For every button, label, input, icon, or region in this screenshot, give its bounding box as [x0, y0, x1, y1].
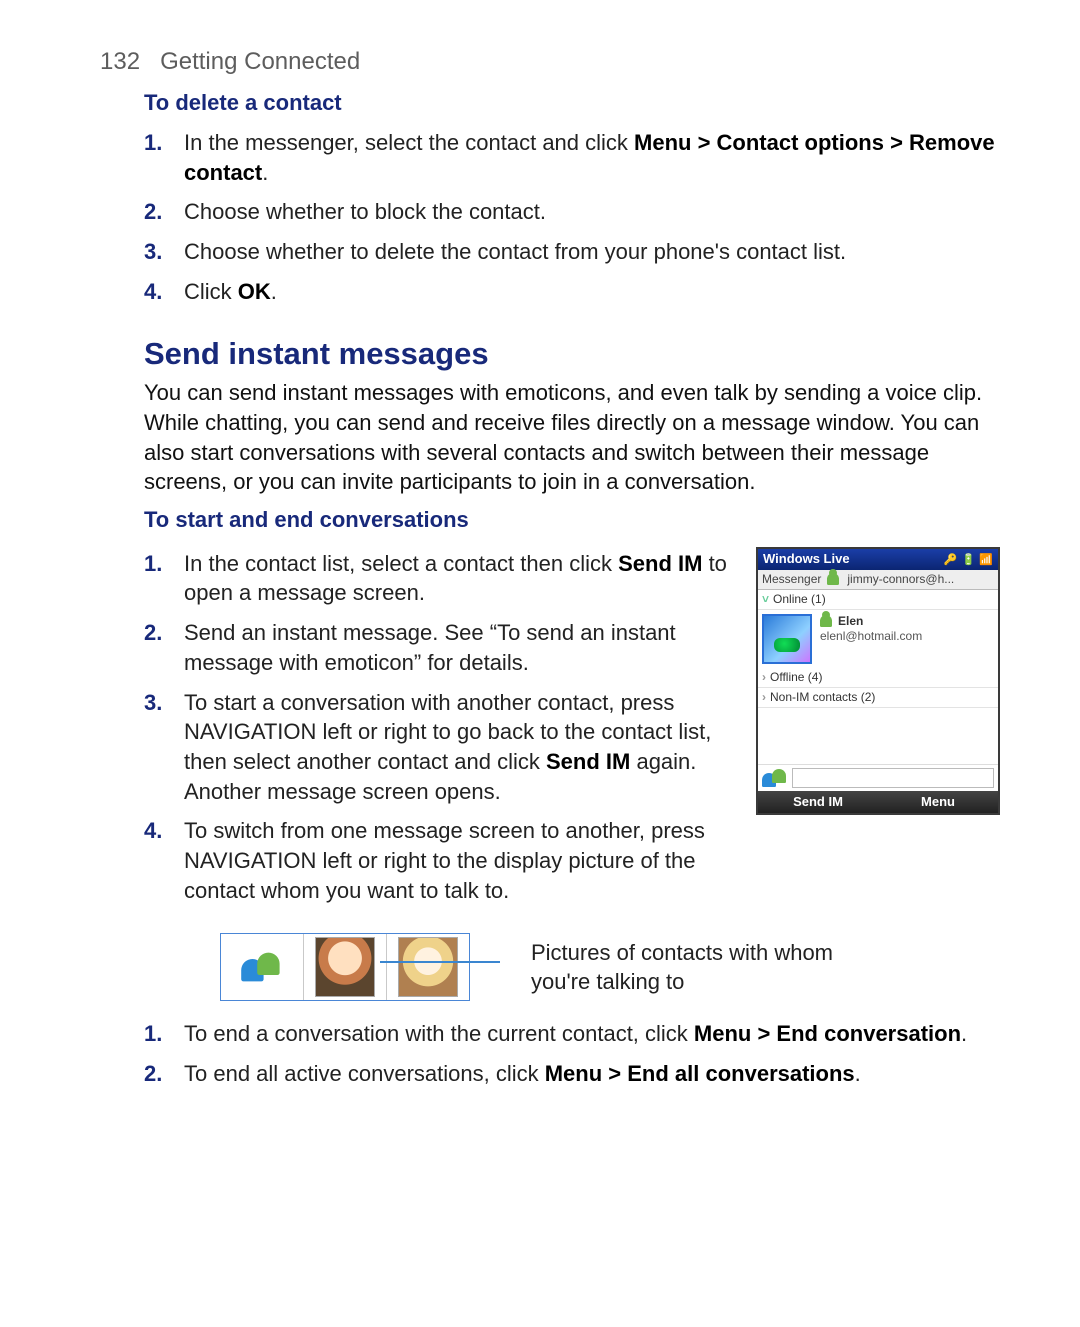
- steps-start-end-continued: To end a conversation with the current c…: [144, 1019, 1000, 1088]
- chevron-right-icon: ›: [762, 690, 766, 704]
- phone-softkey-bar: Send IM Menu: [758, 791, 998, 813]
- softkey-send-im[interactable]: Send IM: [758, 791, 878, 813]
- avatar: [398, 937, 458, 997]
- callout-line: [500, 967, 501, 968]
- step: In the messenger, select the contact and…: [184, 128, 1000, 187]
- contact-strip-cell[interactable]: [221, 934, 304, 1000]
- step-text: Choose whether to delete the contact fro…: [184, 239, 846, 264]
- group-non-im[interactable]: ›Non-IM contacts (2): [758, 688, 998, 708]
- phone-input-row: [758, 764, 998, 791]
- group-offline[interactable]: ›Offline (4): [758, 668, 998, 688]
- step: Click OK.: [184, 277, 1000, 307]
- messenger-people-icon: [762, 767, 788, 789]
- phone-blank-area: [758, 708, 998, 764]
- heading-start-end-conversations: To start and end conversations: [144, 505, 1000, 535]
- steps-start-end: In the contact list, select a contact th…: [144, 549, 732, 906]
- status-icons: [944, 551, 993, 568]
- step-text: Choose whether to block the contact.: [184, 199, 546, 224]
- person-online-icon: [827, 573, 839, 585]
- phone-account: jimmy-connors@h...: [847, 572, 954, 587]
- page-header: 132 Getting Connected: [100, 46, 1000, 78]
- chevron-down-icon: ˅: [762, 592, 769, 606]
- phone-titlebar: Windows Live: [758, 549, 998, 570]
- group-online[interactable]: ˅Online (1): [758, 590, 998, 610]
- signal-icon: [979, 551, 993, 568]
- step: To end all active conversations, click M…: [184, 1059, 1000, 1089]
- step: Choose whether to delete the contact fro…: [184, 237, 1000, 267]
- person-online-icon: [820, 615, 832, 627]
- step: To end a conversation with the current c…: [184, 1019, 1000, 1049]
- contact-row[interactable]: Elen elenl@hotmail.com: [758, 610, 998, 668]
- key-icon: [944, 551, 958, 568]
- intro-paragraph: You can send instant messages with emoti…: [144, 378, 1000, 497]
- step: In the contact list, select a contact th…: [184, 549, 732, 608]
- avatar: [315, 937, 375, 997]
- chapter-name: Getting Connected: [160, 48, 360, 75]
- phone-title: Windows Live: [763, 551, 850, 567]
- contact-strip-cell[interactable]: [304, 934, 387, 1000]
- phone-screenshot-column: Windows Live Messenger jimmy-connors@h..…: [756, 547, 1000, 815]
- chevron-right-icon: ›: [762, 670, 766, 684]
- contact-strip-caption: Pictures of contacts with whom you're ta…: [531, 938, 841, 997]
- softkey-menu[interactable]: Menu: [878, 791, 998, 813]
- page-number: 132: [100, 48, 140, 75]
- step: To switch from one message screen to ano…: [184, 816, 732, 905]
- heading-send-instant-messages: Send instant messages: [144, 333, 1000, 375]
- messenger-people-icon: [241, 950, 283, 985]
- contact-strip-cell[interactable]: [387, 934, 469, 1000]
- step-text: In the messenger, select the contact and…: [184, 130, 995, 185]
- step: To start a conversation with another con…: [184, 688, 732, 807]
- step-text: Click OK.: [184, 279, 277, 304]
- contact-strip-figure: Pictures of contacts with whom you're ta…: [220, 933, 1000, 1001]
- steps-delete-contact: In the messenger, select the contact and…: [144, 128, 1000, 306]
- phone-im-input[interactable]: [792, 768, 994, 788]
- contact-strip: [220, 933, 470, 1001]
- contact-name: Elen: [820, 614, 922, 629]
- step: Choose whether to block the contact.: [184, 197, 1000, 227]
- phone-tab-label: Messenger: [762, 572, 821, 587]
- contact-avatar: [762, 614, 812, 664]
- step: Send an instant message. See “To send an…: [184, 618, 732, 677]
- heading-delete-contact: To delete a contact: [144, 88, 1000, 118]
- contact-email: elenl@hotmail.com: [820, 629, 922, 644]
- battery-icon: [962, 551, 976, 568]
- two-column-block: In the contact list, select a contact th…: [144, 539, 1000, 916]
- manual-page: 132 Getting Connected To delete a contac…: [0, 0, 1080, 1139]
- phone-screenshot: Windows Live Messenger jimmy-connors@h..…: [756, 547, 1000, 815]
- phone-tab-row: Messenger jimmy-connors@h...: [758, 570, 998, 590]
- steps-column: In the contact list, select a contact th…: [144, 539, 732, 916]
